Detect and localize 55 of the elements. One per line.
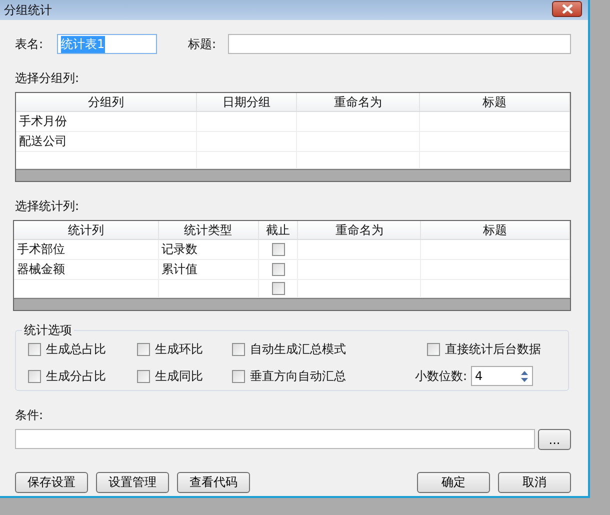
condition-label: 条件: xyxy=(15,407,44,424)
checkbox-label: 自动生成汇总模式 xyxy=(250,341,346,358)
column-header[interactable]: 标题 xyxy=(421,221,570,239)
column-header[interactable]: 日期分组 xyxy=(197,93,297,111)
checkbox[interactable] xyxy=(28,370,41,382)
close-button[interactable] xyxy=(552,1,582,17)
column-header[interactable]: 重命名为 xyxy=(296,93,420,111)
table-name-value: 统计表1 xyxy=(61,36,105,52)
cutoff-checkbox[interactable] xyxy=(272,243,285,256)
column-header[interactable]: 统计类型 xyxy=(158,221,259,239)
action-button[interactable]: 查看代码 xyxy=(177,472,250,493)
decimals-spinner[interactable]: 4 xyxy=(471,366,534,386)
column-header[interactable]: 分组列 xyxy=(16,93,198,111)
down-arrow-icon[interactable] xyxy=(520,376,530,382)
table-cell: 记录数 xyxy=(158,240,259,259)
checkbox-label: 生成同比 xyxy=(155,368,203,384)
checkbox[interactable] xyxy=(137,370,150,382)
checkbox-label: 生成总占比 xyxy=(46,341,106,358)
checkbox[interactable] xyxy=(28,343,41,356)
table-cell: 累计值 xyxy=(158,260,259,279)
up-arrow-icon[interactable] xyxy=(520,370,530,376)
title-label: 标题: xyxy=(188,36,218,52)
group-title: 统计选项 xyxy=(23,322,73,339)
checkbox[interactable] xyxy=(137,343,150,356)
window-title: 分组统计 xyxy=(4,2,52,18)
table-cell: 器械金额 xyxy=(14,260,159,279)
dialog-button[interactable]: 取消 xyxy=(498,472,571,493)
column-header[interactable]: 标题 xyxy=(420,93,570,111)
checkbox-label: 生成环比 xyxy=(155,341,203,358)
section-label: 选择分组列: xyxy=(15,70,80,87)
dialog-button[interactable]: 确定 xyxy=(417,472,490,493)
action-button[interactable]: 设置管理 xyxy=(96,472,169,493)
decimals-label: 小数位数: xyxy=(415,368,468,384)
browse-button[interactable]: ... xyxy=(538,429,571,450)
checkbox-label: 生成分占比 xyxy=(46,368,106,384)
title-field[interactable] xyxy=(228,34,571,54)
section-label: 选择统计列: xyxy=(15,198,80,215)
column-header[interactable]: 统计列 xyxy=(14,221,159,239)
action-button[interactable]: 保存设置 xyxy=(15,472,88,493)
close-icon xyxy=(562,4,572,14)
condition-field[interactable] xyxy=(15,429,535,449)
table-cell: 手术部位 xyxy=(14,240,159,259)
checkbox[interactable] xyxy=(427,343,440,356)
table-name-label: 表名: xyxy=(15,36,44,52)
checkbox-label: 垂直方向自动汇总 xyxy=(250,368,346,384)
checkbox[interactable] xyxy=(232,370,245,382)
checkbox[interactable] xyxy=(232,343,245,356)
cutoff-checkbox[interactable] xyxy=(272,263,285,276)
decimals-value: 4 xyxy=(475,369,483,383)
table-cell: 手术月份 xyxy=(16,112,198,131)
checkbox-label: 直接统计后台数据 xyxy=(445,341,541,358)
column-header[interactable]: 重命名为 xyxy=(298,221,422,239)
cutoff-checkbox[interactable] xyxy=(272,282,285,295)
table-cell: 配送公司 xyxy=(16,132,198,151)
column-header[interactable]: 截止 xyxy=(258,221,298,239)
